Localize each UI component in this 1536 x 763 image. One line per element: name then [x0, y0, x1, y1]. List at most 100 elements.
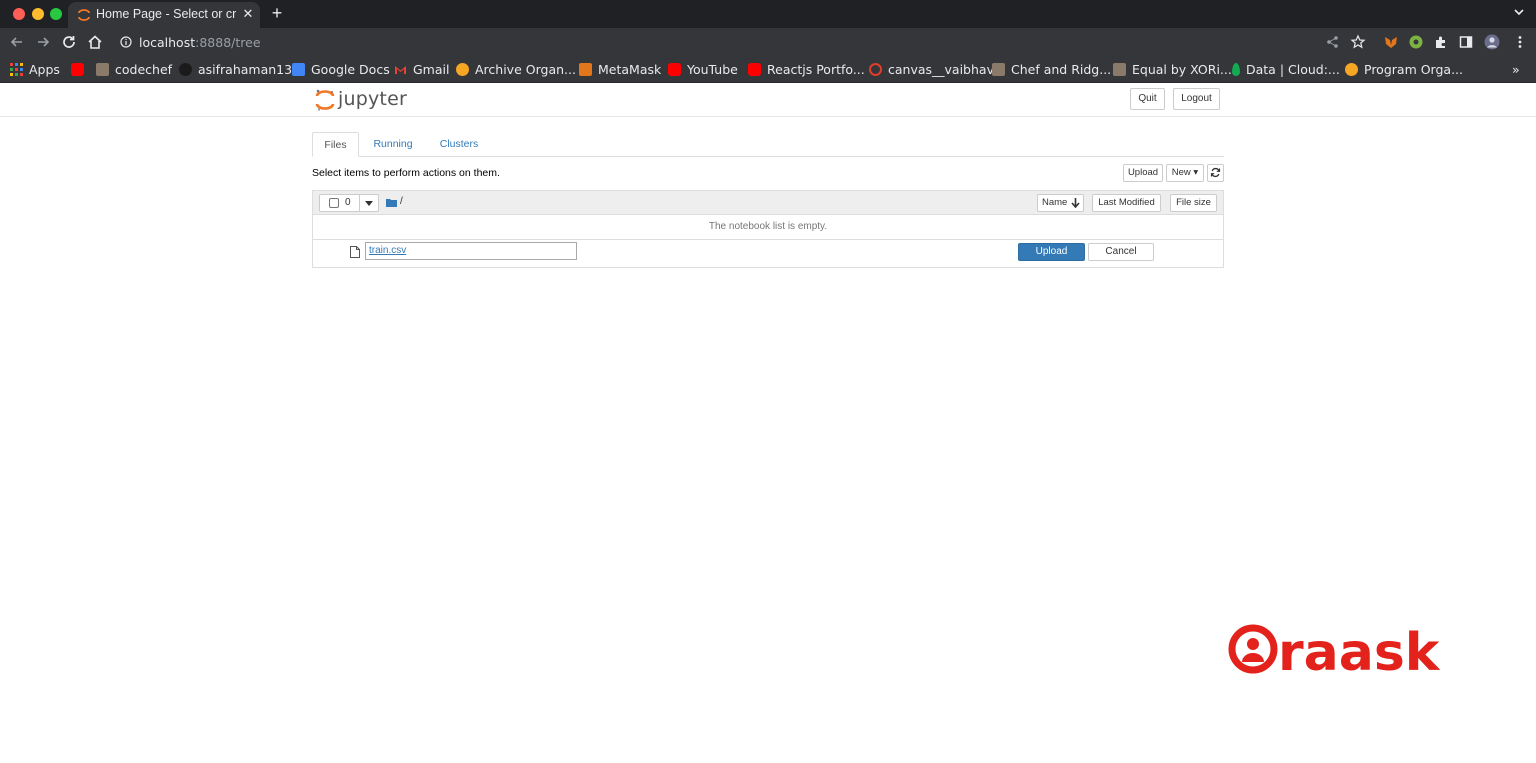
side-panel-icon[interactable] — [1458, 34, 1474, 50]
quit-button[interactable]: Quit — [1130, 88, 1165, 110]
close-tab-icon[interactable]: ✕ — [240, 6, 256, 22]
breadcrumb[interactable]: / — [400, 196, 403, 207]
upload-filename-input[interactable]: train.csv — [365, 242, 577, 260]
arrow-down-icon — [1071, 198, 1080, 208]
bookmarks-overflow-button[interactable]: » — [1512, 61, 1520, 77]
forward-arrow-icon[interactable] — [34, 33, 52, 51]
share-icon[interactable] — [1325, 34, 1341, 50]
new-dropdown-button[interactable]: New ▾ — [1166, 164, 1204, 182]
codechef-icon — [96, 62, 109, 76]
bookmark-apps[interactable]: Apps — [10, 61, 60, 77]
site-info-icon[interactable] — [120, 36, 132, 48]
bookmark-label: Data | Cloud:... — [1246, 61, 1340, 77]
folder-icon[interactable] — [386, 198, 397, 207]
mongodb-icon — [1232, 62, 1240, 76]
youtube-icon — [748, 62, 761, 76]
cancel-upload-button[interactable]: Cancel — [1088, 243, 1154, 261]
bookmark-equal-by-xori[interactable]: Equal by XORi... — [1113, 61, 1232, 77]
oraask-watermark-logo: raask — [1228, 623, 1441, 676]
url-text[interactable]: localhost:8888/tree — [139, 35, 261, 50]
logout-button[interactable]: Logout — [1173, 88, 1220, 110]
codechef-icon — [1113, 62, 1126, 76]
bookmark-program-orga[interactable]: Program Orga... — [1345, 61, 1463, 77]
jupyter-logo-text[interactable]: jupyter — [338, 88, 407, 110]
bookmark-label: Chef and Ridg... — [1011, 61, 1112, 77]
bookmark-label: YouTube — [687, 61, 738, 77]
url-host: localhost — [139, 35, 196, 50]
google-docs-icon — [292, 62, 305, 76]
bookmark-youtube[interactable]: YouTube — [668, 61, 738, 77]
bookmark-label: Equal by XORi... — [1132, 61, 1232, 77]
jupyter-logo-icon[interactable] — [314, 88, 336, 112]
gmail-icon — [395, 65, 406, 74]
url-path: :8888/tree — [195, 35, 261, 50]
bookmark-label: codechef — [115, 61, 173, 77]
close-window-button[interactable] — [13, 8, 25, 20]
bookmark-label: canvas__vaibhav — [888, 61, 994, 77]
maximize-window-button[interactable] — [50, 8, 62, 20]
upload-button[interactable]: Upload — [1123, 164, 1163, 182]
bookmark-archive-organ[interactable]: Archive Organ... — [456, 61, 576, 77]
metamask-icon — [579, 62, 592, 76]
sort-by-last-modified-button[interactable]: Last Modified — [1092, 194, 1161, 212]
reload-icon[interactable] — [60, 33, 78, 51]
extensions-puzzle-icon[interactable] — [1433, 34, 1449, 50]
archive-icon — [456, 62, 469, 76]
row-divider — [313, 239, 1223, 240]
refresh-icon — [1210, 167, 1221, 178]
refresh-button[interactable] — [1207, 164, 1224, 182]
github-icon — [179, 62, 192, 76]
divider — [359, 195, 360, 211]
bookmark-data-cloud[interactable]: Data | Cloud:... — [1232, 61, 1340, 77]
metamask-extension-icon[interactable] — [1383, 34, 1399, 50]
bookmark-label: asifrahaman13 — [198, 61, 293, 77]
caret-down-icon[interactable] — [365, 201, 373, 206]
bookmark-metamask[interactable]: MetaMask — [579, 61, 661, 77]
notebook-list-header: 0 / Name Last Modified File size — [313, 191, 1223, 215]
bookmark-label: Reactjs Portfo... — [767, 61, 865, 77]
jupyter-header — [0, 84, 1536, 117]
minimize-window-button[interactable] — [32, 8, 44, 20]
watermark-text: raask — [1278, 623, 1441, 676]
new-tab-icon[interactable]: + — [268, 4, 286, 22]
jupyter-favicon-icon — [78, 9, 90, 21]
bookmark-canvas-vaibhav[interactable]: canvas__vaibhav — [869, 61, 994, 77]
browser-menu-icon[interactable] — [1512, 34, 1528, 50]
sort-by-file-size-button[interactable]: File size — [1170, 194, 1217, 212]
bookmark-asifrahaman13[interactable]: asifrahaman13 — [179, 61, 292, 77]
profile-avatar[interactable] — [1484, 34, 1500, 50]
bookmark-chef-and-ridg[interactable]: Chef and Ridg... — [992, 61, 1111, 77]
canvas-icon — [869, 62, 882, 76]
bookmark-label: Program Orga... — [1364, 61, 1463, 77]
sort-name-label: Name — [1042, 197, 1068, 208]
bookmark-label: MetaMask — [598, 61, 662, 77]
file-icon — [350, 246, 360, 258]
confirm-upload-button[interactable]: Upload — [1018, 243, 1085, 261]
selected-count: 0 — [345, 197, 351, 208]
sort-by-name-button[interactable]: Name — [1037, 194, 1084, 212]
browser-tab[interactable]: Home Page - Select or cre ✕ — [68, 2, 260, 28]
empty-list-message: The notebook list is empty. — [708, 221, 828, 232]
bookmark-codechef[interactable]: codechef — [96, 61, 172, 77]
tab-search-chevron-icon[interactable] — [1512, 5, 1526, 19]
tab-files[interactable]: Files — [312, 132, 359, 157]
bookmark-google-docs[interactable]: Google Docs — [292, 61, 390, 77]
tab-clusters[interactable]: Clusters — [432, 132, 486, 157]
bookmark-gmail[interactable]: Gmail — [394, 61, 449, 77]
back-arrow-icon[interactable] — [8, 33, 26, 51]
select-all-checkbox[interactable] — [329, 198, 339, 208]
program-icon — [1345, 62, 1358, 76]
tab-title: Home Page - Select or cre — [96, 7, 236, 21]
bookmark-star-icon[interactable] — [1350, 34, 1366, 50]
tab-running[interactable]: Running — [366, 132, 420, 157]
bookmark-youtube-unnamed[interactable] — [71, 61, 84, 77]
apps-grid-icon — [10, 62, 23, 76]
bookmark-label: Archive Organ... — [475, 61, 576, 77]
home-icon[interactable] — [86, 33, 104, 51]
address-bar[interactable] — [112, 30, 1376, 54]
extension-green-icon[interactable] — [1408, 34, 1424, 50]
bookmark-reactjs-portfolio[interactable]: Reactjs Portfo... — [748, 61, 865, 77]
bookmark-label: Gmail — [413, 61, 450, 77]
youtube-icon — [71, 62, 84, 76]
select-all-group: 0 — [319, 194, 379, 212]
